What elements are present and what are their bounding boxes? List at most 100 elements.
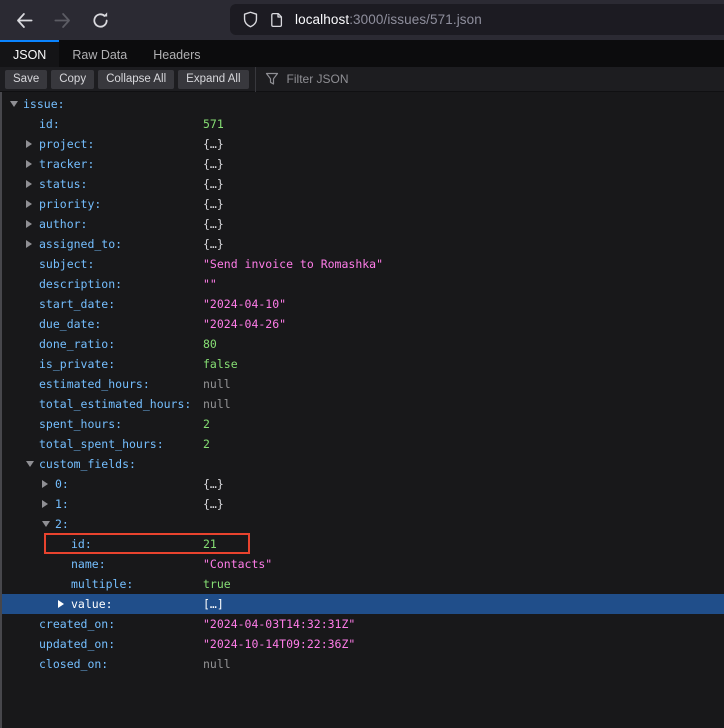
tree-row-subject[interactable]: subject: "Send invoice to Romashka": [2, 254, 724, 274]
save-button[interactable]: Save: [5, 70, 47, 89]
copy-button[interactable]: Copy: [51, 70, 94, 89]
tree-row-closed_on[interactable]: closed_on: null: [2, 654, 724, 674]
json-value: "2024-04-03T14:32:31Z": [203, 614, 355, 634]
json-value: {…}: [203, 174, 224, 194]
json-value: true: [203, 574, 231, 594]
tree-row-issue[interactable]: issue:: [2, 94, 724, 114]
json-value: "": [203, 274, 217, 294]
json-key: updated_on:: [39, 634, 115, 654]
tree-row-is_private[interactable]: is_private:false: [2, 354, 724, 374]
json-key: closed_on:: [39, 654, 108, 674]
json-key: status:: [39, 174, 87, 194]
json-key: custom_fields:: [39, 454, 136, 474]
expand-arrow-icon[interactable]: [58, 600, 64, 608]
json-key: issue:: [23, 94, 65, 114]
tree-row-project[interactable]: project:{…}: [2, 134, 724, 154]
collapse-arrow-icon[interactable]: [26, 461, 34, 467]
json-value: "Send invoice to Romashka": [203, 254, 383, 274]
tree-row-name[interactable]: name: "Contacts": [2, 554, 724, 574]
expand-arrow-icon[interactable]: [26, 200, 32, 208]
tree-row-value[interactable]: value: […]: [2, 594, 724, 614]
tree-row-2[interactable]: 2:: [2, 514, 724, 534]
json-value: […]: [203, 594, 224, 614]
tree-row-done_ratio[interactable]: done_ratio:80: [2, 334, 724, 354]
json-value: {…}: [203, 474, 224, 494]
tree-row-custom_fields[interactable]: custom_fields:: [2, 454, 724, 474]
url-text: localhost:3000/issues/571.json: [295, 12, 482, 27]
tree-row-tracker[interactable]: tracker:{…}: [2, 154, 724, 174]
tree-row-author[interactable]: author: {…}: [2, 214, 724, 234]
collapse-arrow-icon[interactable]: [10, 101, 18, 107]
expand-arrow-icon[interactable]: [42, 500, 48, 508]
tree-row-description[interactable]: description: "": [2, 274, 724, 294]
url-bar[interactable]: localhost:3000/issues/571.json: [230, 4, 724, 35]
tab-raw-data[interactable]: Raw Data: [59, 40, 140, 67]
tab-json[interactable]: JSON: [0, 40, 59, 67]
expand-arrow-icon[interactable]: [26, 220, 32, 228]
tree-row-start_date[interactable]: start_date:"2024-04-10": [2, 294, 724, 314]
tree-row-spent_hours[interactable]: spent_hours:2: [2, 414, 724, 434]
json-value: null: [203, 394, 231, 414]
tree-row-id[interactable]: id:571: [2, 114, 724, 134]
json-value: null: [203, 654, 231, 674]
expand-arrow-icon[interactable]: [26, 240, 32, 248]
back-button[interactable]: [10, 6, 38, 34]
shield-icon[interactable]: [242, 11, 259, 28]
json-tree-panel: issue:id:571project:{…}tracker:{…}status…: [0, 92, 724, 728]
tree-row-id[interactable]: id:21: [2, 534, 724, 554]
tree-row-priority[interactable]: priority:{…}: [2, 194, 724, 214]
json-value: "Contacts": [203, 554, 272, 574]
tree-row-assigned_to[interactable]: assigned_to: {…}: [2, 234, 724, 254]
json-value: 2: [203, 414, 210, 434]
json-key: due_date:: [39, 314, 101, 334]
tree-row-1[interactable]: 1:{…}: [2, 494, 724, 514]
json-key: start_date:: [39, 294, 115, 314]
tree-row-updated_on[interactable]: updated_on: "2024-10-14T09:22:36Z": [2, 634, 724, 654]
forward-button[interactable]: [48, 6, 76, 34]
expand-all-button[interactable]: Expand All: [178, 70, 248, 89]
tab-headers[interactable]: Headers: [140, 40, 213, 67]
reload-icon: [91, 11, 110, 30]
json-key: multiple:: [71, 574, 133, 594]
json-key: description:: [39, 274, 122, 294]
json-value: "2024-10-14T09:22:36Z": [203, 634, 355, 654]
tree-row-total_estimated_hours[interactable]: total_estimated_hours:null: [2, 394, 724, 414]
tree-row-estimated_hours[interactable]: estimated_hours: null: [2, 374, 724, 394]
tree-row-multiple[interactable]: multiple: true: [2, 574, 724, 594]
json-key: author:: [39, 214, 87, 234]
filter-json-container: [256, 71, 724, 87]
json-key: assigned_to:: [39, 234, 122, 254]
collapse-arrow-icon[interactable]: [42, 521, 50, 527]
json-key: estimated_hours:: [39, 374, 150, 394]
tree-row-0[interactable]: 0:{…}: [2, 474, 724, 494]
filter-json-input[interactable]: [285, 71, 489, 87]
tree-row-due_date[interactable]: due_date: "2024-04-26": [2, 314, 724, 334]
browser-toolbar: localhost:3000/issues/571.json: [0, 0, 724, 40]
expand-arrow-icon[interactable]: [26, 160, 32, 168]
json-value: {…}: [203, 234, 224, 254]
tree-row-created_on[interactable]: created_on:"2024-04-03T14:32:31Z": [2, 614, 724, 634]
json-key: done_ratio:: [39, 334, 115, 354]
json-key: total_spent_hours:: [39, 434, 164, 454]
json-value: {…}: [203, 134, 224, 154]
json-value: null: [203, 374, 231, 394]
json-key: value:: [71, 594, 113, 614]
json-value: {…}: [203, 214, 224, 234]
tree-row-status[interactable]: status: {…}: [2, 174, 724, 194]
json-viewer-toolbar: Save Copy Collapse All Expand All: [0, 67, 724, 92]
json-value: {…}: [203, 494, 224, 514]
page-icon: [269, 12, 285, 28]
json-key: subject:: [39, 254, 94, 274]
json-value: 21: [203, 534, 217, 554]
collapse-all-button[interactable]: Collapse All: [98, 70, 174, 89]
json-value: 2: [203, 434, 210, 454]
json-value: "2024-04-26": [203, 314, 286, 334]
reload-button[interactable]: [86, 6, 114, 34]
expand-arrow-icon[interactable]: [42, 480, 48, 488]
json-key: name:: [71, 554, 106, 574]
json-tree: issue:id:571project:{…}tracker:{…}status…: [2, 94, 724, 674]
json-key: 2:: [55, 514, 69, 534]
expand-arrow-icon[interactable]: [26, 140, 32, 148]
expand-arrow-icon[interactable]: [26, 180, 32, 188]
tree-row-total_spent_hours[interactable]: total_spent_hours: 2: [2, 434, 724, 454]
